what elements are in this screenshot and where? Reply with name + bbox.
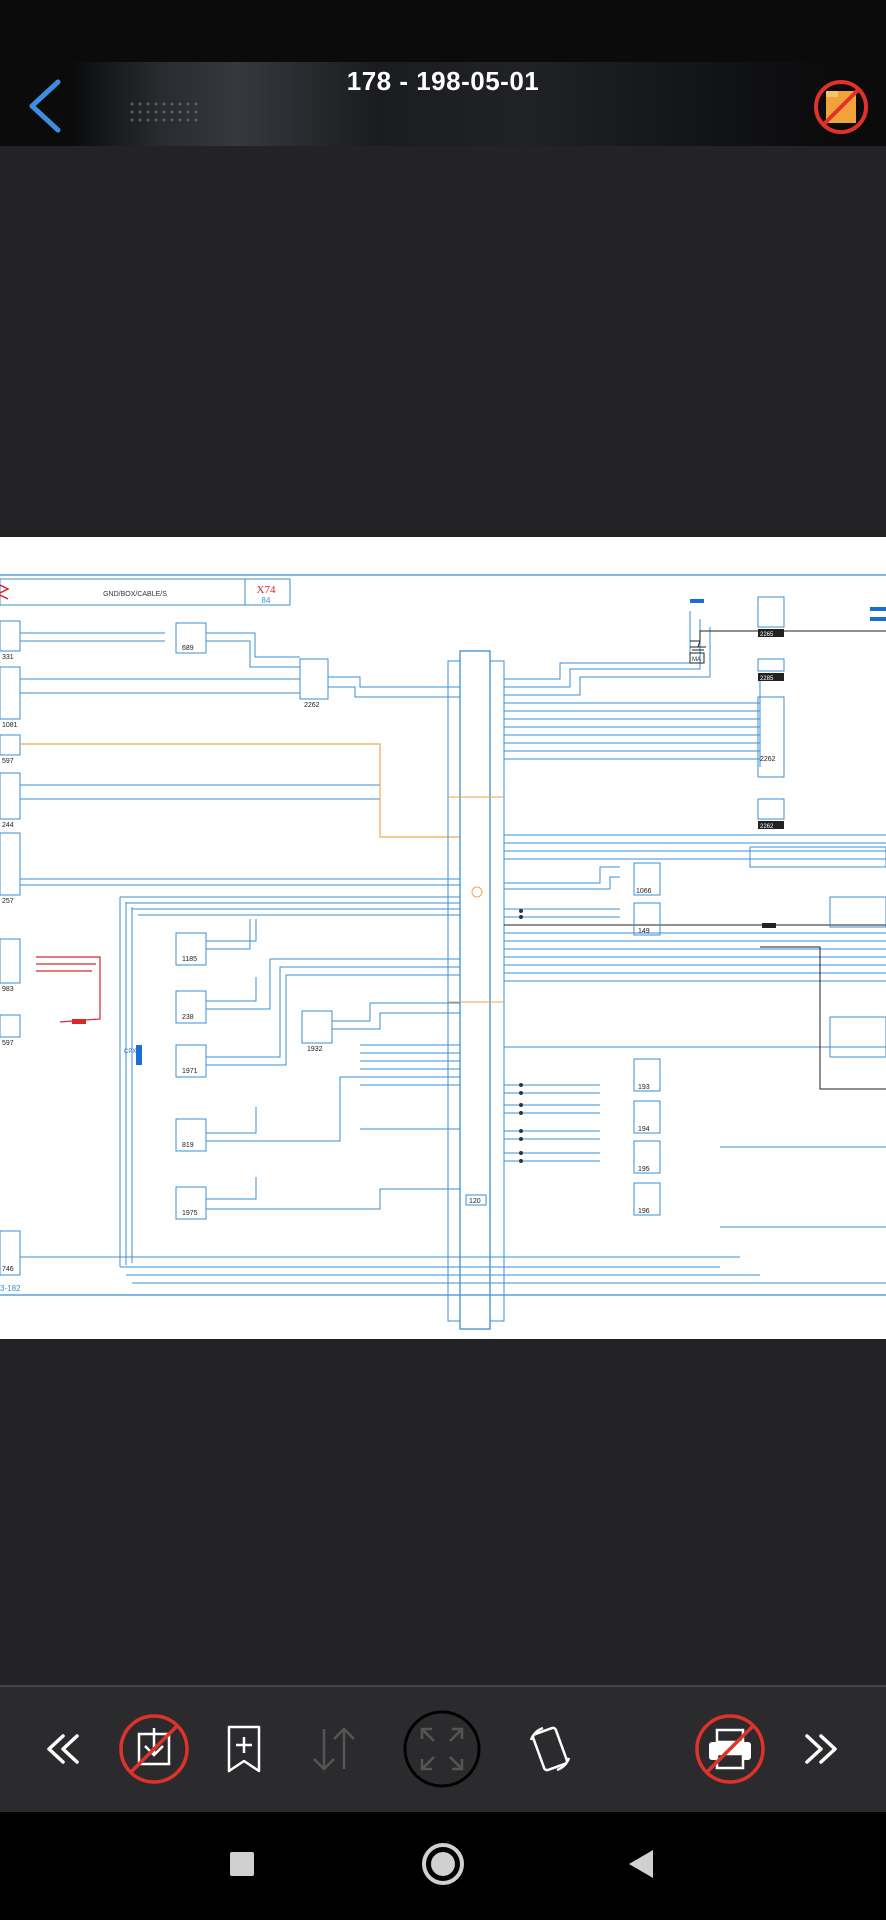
- splice-label: CPX: [124, 1049, 136, 1055]
- left-component-label: 597: [2, 758, 14, 765]
- system-navigation-bar: [0, 1812, 886, 1920]
- sort-arrows-icon: [313, 1727, 355, 1771]
- left-component-label: 983: [2, 986, 14, 993]
- rotate-button[interactable]: [508, 1707, 592, 1791]
- expand-icon: [403, 1710, 481, 1788]
- download-button[interactable]: [112, 1707, 196, 1791]
- bookmark-add-icon: [227, 1725, 261, 1773]
- home-button[interactable]: [413, 1834, 473, 1894]
- double-chevron-right-icon: [805, 1734, 837, 1764]
- edit-button[interactable]: [812, 78, 870, 136]
- wiring-diagram-canvas: GND/BOX/CABLE/S X74 84 331 1081 597 244 …: [0, 574, 886, 1330]
- relay-label: 819: [182, 1142, 194, 1149]
- right-component-label: 196: [638, 1208, 650, 1215]
- relay-label: 689: [182, 645, 194, 652]
- relay-label: 238: [182, 1014, 194, 1021]
- relay-label: 1185: [182, 956, 197, 963]
- ecu-outline: [459, 650, 491, 1330]
- first-page-button[interactable]: [22, 1707, 106, 1791]
- right-top-label: 2262: [760, 824, 774, 830]
- wiring-diagram[interactable]: GND/BOX/CABLE/S X74 84 331 1081 597 244 …: [0, 537, 886, 1339]
- diagram-title-box: GND/BOX/CABLE/S: [103, 591, 167, 598]
- right-top-label: 2285: [760, 676, 774, 682]
- left-component-label: 257: [2, 898, 14, 905]
- diagram-footer-ref: 3-182: [0, 1284, 21, 1293]
- sort-button[interactable]: [292, 1707, 376, 1791]
- bookmark-button[interactable]: [202, 1707, 286, 1791]
- right-component-label: 1066: [636, 888, 652, 895]
- recent-apps-button[interactable]: [212, 1834, 272, 1894]
- last-page-button[interactable]: [778, 1707, 862, 1791]
- left-component-label: 331: [2, 654, 14, 661]
- triangle-back-icon: [629, 1850, 653, 1878]
- relay-label: 1975: [182, 1210, 198, 1217]
- circle-icon: [422, 1843, 464, 1885]
- right-component-label: 195: [638, 1166, 650, 1173]
- print-disabled-icon: [695, 1714, 765, 1784]
- right-component-label: 2262: [760, 756, 776, 763]
- download-disabled-icon: [119, 1714, 189, 1784]
- splice-node: [136, 1045, 142, 1065]
- right-component-label: 194: [638, 1126, 650, 1133]
- earth-label: MA: [692, 657, 701, 663]
- diagram-ref-sub: 84: [262, 596, 271, 605]
- diagram-ref-code: X74: [257, 584, 276, 596]
- app-header: 178 - 198-05-01: [0, 0, 886, 146]
- right-top-label: 2265: [760, 632, 774, 638]
- square-icon: [230, 1852, 254, 1876]
- relay-label: 2262: [304, 702, 320, 709]
- left-component-label: 244: [2, 822, 14, 829]
- left-component-label: 1081: [2, 722, 18, 729]
- header-background-texture: [128, 100, 198, 124]
- ecu-label: 120: [469, 1198, 481, 1205]
- bottom-toolbar: [0, 1685, 886, 1814]
- right-component-label: 149: [638, 928, 650, 935]
- relay-label: 1971: [182, 1068, 198, 1075]
- print-button[interactable]: [688, 1707, 772, 1791]
- edit-disabled-icon: [814, 80, 868, 134]
- back-nav-button[interactable]: [612, 1834, 672, 1894]
- rotate-screen-icon: [529, 1726, 571, 1772]
- left-component-label: 597: [2, 1040, 14, 1047]
- double-chevron-left-icon: [47, 1734, 79, 1764]
- left-component-label: 746: [2, 1266, 14, 1273]
- fullscreen-button[interactable]: [400, 1707, 484, 1791]
- page-title: 178 - 198-05-01: [346, 66, 540, 96]
- relay-label: 1932: [307, 1046, 323, 1053]
- right-component-label: 193: [638, 1084, 650, 1091]
